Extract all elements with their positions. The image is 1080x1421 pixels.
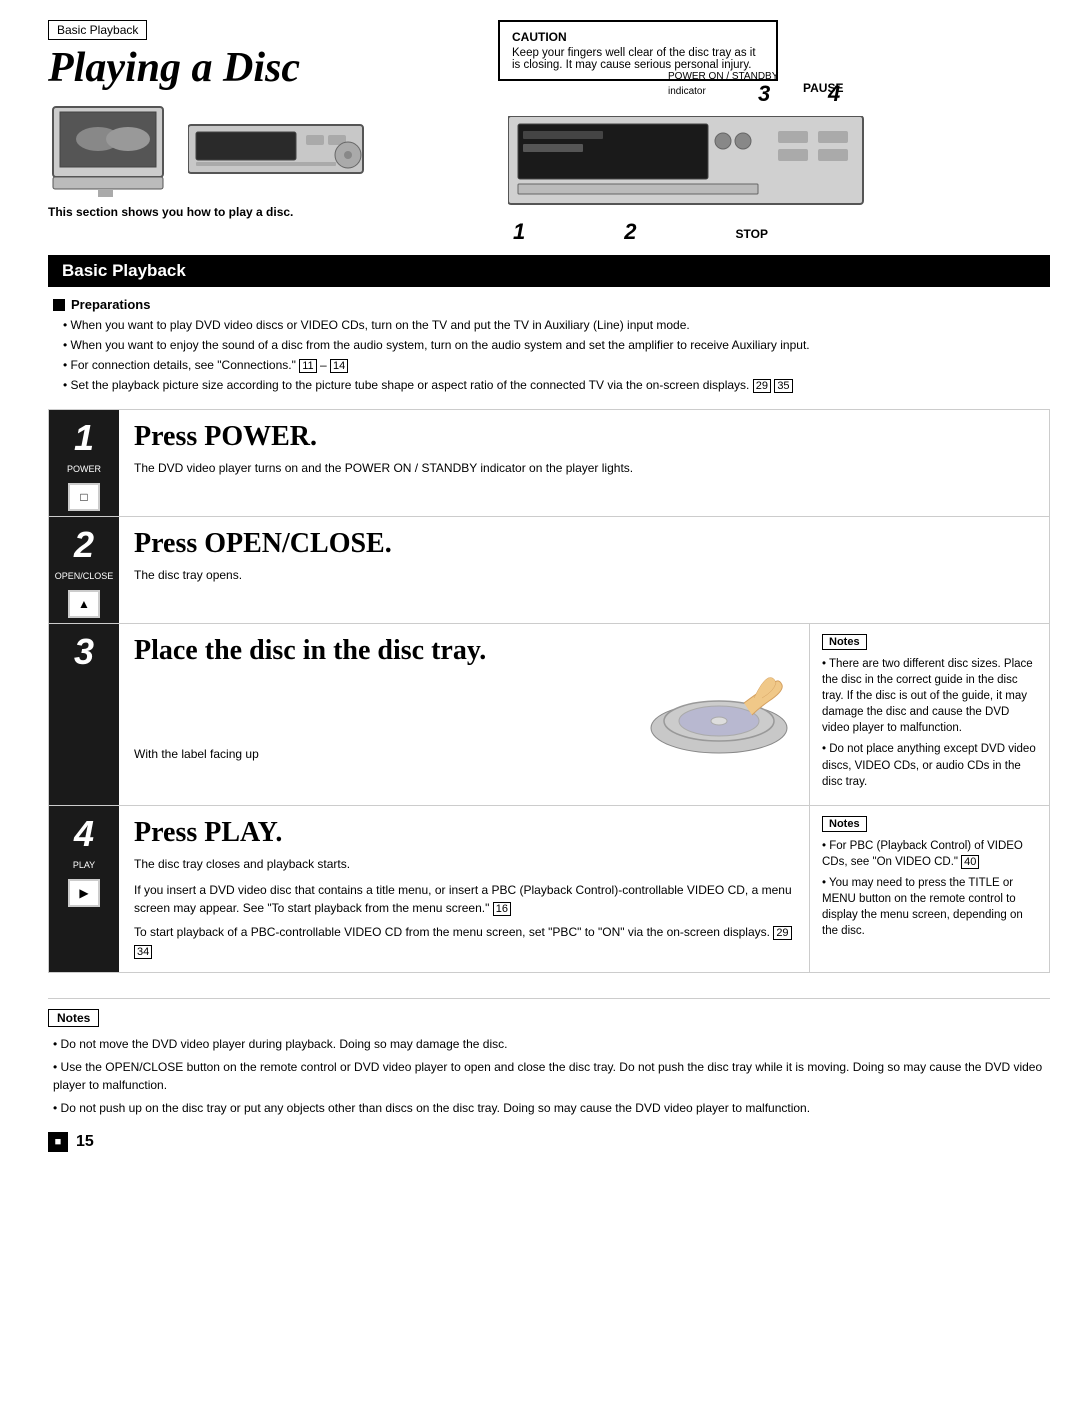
preparations-section: Preparations When you want to play DVD v… [48,297,1050,394]
step-4-row: 4 PLAY ▶ Press PLAY. The disc tray close… [49,806,1049,972]
bottom-notes-section: Notes Do not move the DVD video player d… [48,998,1050,1117]
step-4-icon-label: PLAY [73,860,95,871]
dvd-player-illustration [188,120,373,180]
steps-container: 1 POWER □ Press POWER. The DVD video pla… [48,409,1050,973]
num1-label: 1 [513,219,525,245]
step-1-action: Press POWER. [134,422,1034,453]
bottom-note-2: Use the OPEN/CLOSE button on the remote … [53,1058,1050,1094]
prep-item-4: Set the playback picture size according … [63,377,1045,394]
step-4-content: Press PLAY. The disc tray closes and pla… [119,806,809,972]
step-1-desc: The DVD video player turns on and the PO… [134,459,1034,477]
device-diagram: POWER ON / STANDBY indicator 3 PAUSE 4 [498,116,1050,245]
step-4-desc-2: If you insert a DVD video disc that cont… [134,881,794,918]
step-3-note-2: Do not place anything except DVD video d… [822,741,1037,789]
preparations-title: Preparations [53,297,1045,312]
page-number: 15 [76,1133,94,1151]
step-1-number: 1 [74,420,94,456]
step-2-desc: The disc tray opens. [134,566,1034,584]
step-4-notes-list: For PBC (Playback Control) of VIDEO CDs,… [822,838,1037,940]
step-3-action: Place the disc in the disc tray. [134,636,794,667]
step-2-row: 2 OPEN/CLOSE ▲ Press OPEN/CLOSE. The dis… [49,517,1049,624]
bottom-note-1: Do not move the DVD video player during … [53,1035,1050,1053]
step-4-number-col: 4 PLAY ▶ [49,806,119,972]
step-3-notes: Notes There are two different disc sizes… [809,624,1049,805]
disc-illustration [644,673,794,763]
step-3-row: 3 Place the disc in the disc tray. With … [49,624,1049,806]
step-1-content: Press POWER. The DVD video player turns … [119,410,1049,516]
page-num-rect: ■ [48,1132,68,1152]
step-3-number: 3 [74,634,94,670]
prep-item-1: When you want to play DVD video discs or… [63,317,1045,334]
step-4-note-1: For PBC (Playback Control) of VIDEO CDs,… [822,838,1037,870]
step-4-number: 4 [74,816,94,852]
step-1-icon-box: □ [68,483,100,511]
bottom-note-3: Do not push up on the disc tray or put a… [53,1099,1050,1117]
num2-label: 2 [624,219,636,245]
indicator-label: indicator [668,86,706,97]
page-title: Playing a Disc [48,44,468,92]
step-4-notes-title: Notes [822,816,867,832]
front-panel-svg [508,116,868,211]
step-2-content: Press OPEN/CLOSE. The disc tray opens. [119,517,1049,623]
step-4-note-2: You may need to press the TITLE or MENU … [822,875,1037,939]
bottom-notes-list: Do not move the DVD video player during … [48,1035,1050,1117]
step-4-desc-1: The disc tray closes and playback starts… [134,855,794,873]
step-3-number-col: 3 [49,624,119,805]
num3-label: 3 [758,81,770,107]
step-3-desc: With the label facing up [134,745,259,763]
caution-text: Keep your fingers well clear of the disc… [512,47,764,71]
caution-title: CAUTION [512,30,764,44]
step-2-number: 2 [74,527,94,563]
num4-label: 4 [828,81,840,107]
section-caption: This section shows you how to play a dis… [48,205,468,219]
breadcrumb: Basic Playback [48,20,147,40]
tv-illustration [48,102,178,197]
step-1-number-col: 1 POWER □ [49,410,119,516]
step-4-icon-box: ▶ [68,879,100,907]
step-4-notes: Notes For PBC (Playback Control) of VIDE… [809,806,1049,972]
step-1-row: 1 POWER □ Press POWER. The DVD video pla… [49,410,1049,517]
step-3-note-1: There are two different disc sizes. Plac… [822,656,1037,736]
preparations-list: When you want to play DVD video discs or… [53,317,1045,394]
step-2-icon-box: ▲ [68,590,100,618]
step-3-content: Place the disc in the disc tray. With th… [119,624,809,805]
prep-item-2: When you want to enjoy the sound of a di… [63,337,1045,354]
prep-square-icon [53,299,65,311]
stop-label: STOP [736,227,768,245]
step-1-icon-label: POWER [67,464,101,475]
prep-item-3: For connection details, see "Connections… [63,357,1045,374]
step-2-action: Press OPEN/CLOSE. [134,529,1034,560]
step-2-number-col: 2 OPEN/CLOSE ▲ [49,517,119,623]
step-4-desc-3: To start playback of a PBC-controllable … [134,923,794,960]
step-3-notes-title: Notes [822,634,867,650]
step-3-notes-list: There are two different disc sizes. Plac… [822,656,1037,790]
bottom-notes-title: Notes [48,1009,99,1027]
section-title: Basic Playback [48,255,1050,287]
step-2-icon-label: OPEN/CLOSE [55,571,114,582]
step-4-action: Press PLAY. [134,818,794,849]
page-number-area: ■ 15 [48,1132,1050,1152]
